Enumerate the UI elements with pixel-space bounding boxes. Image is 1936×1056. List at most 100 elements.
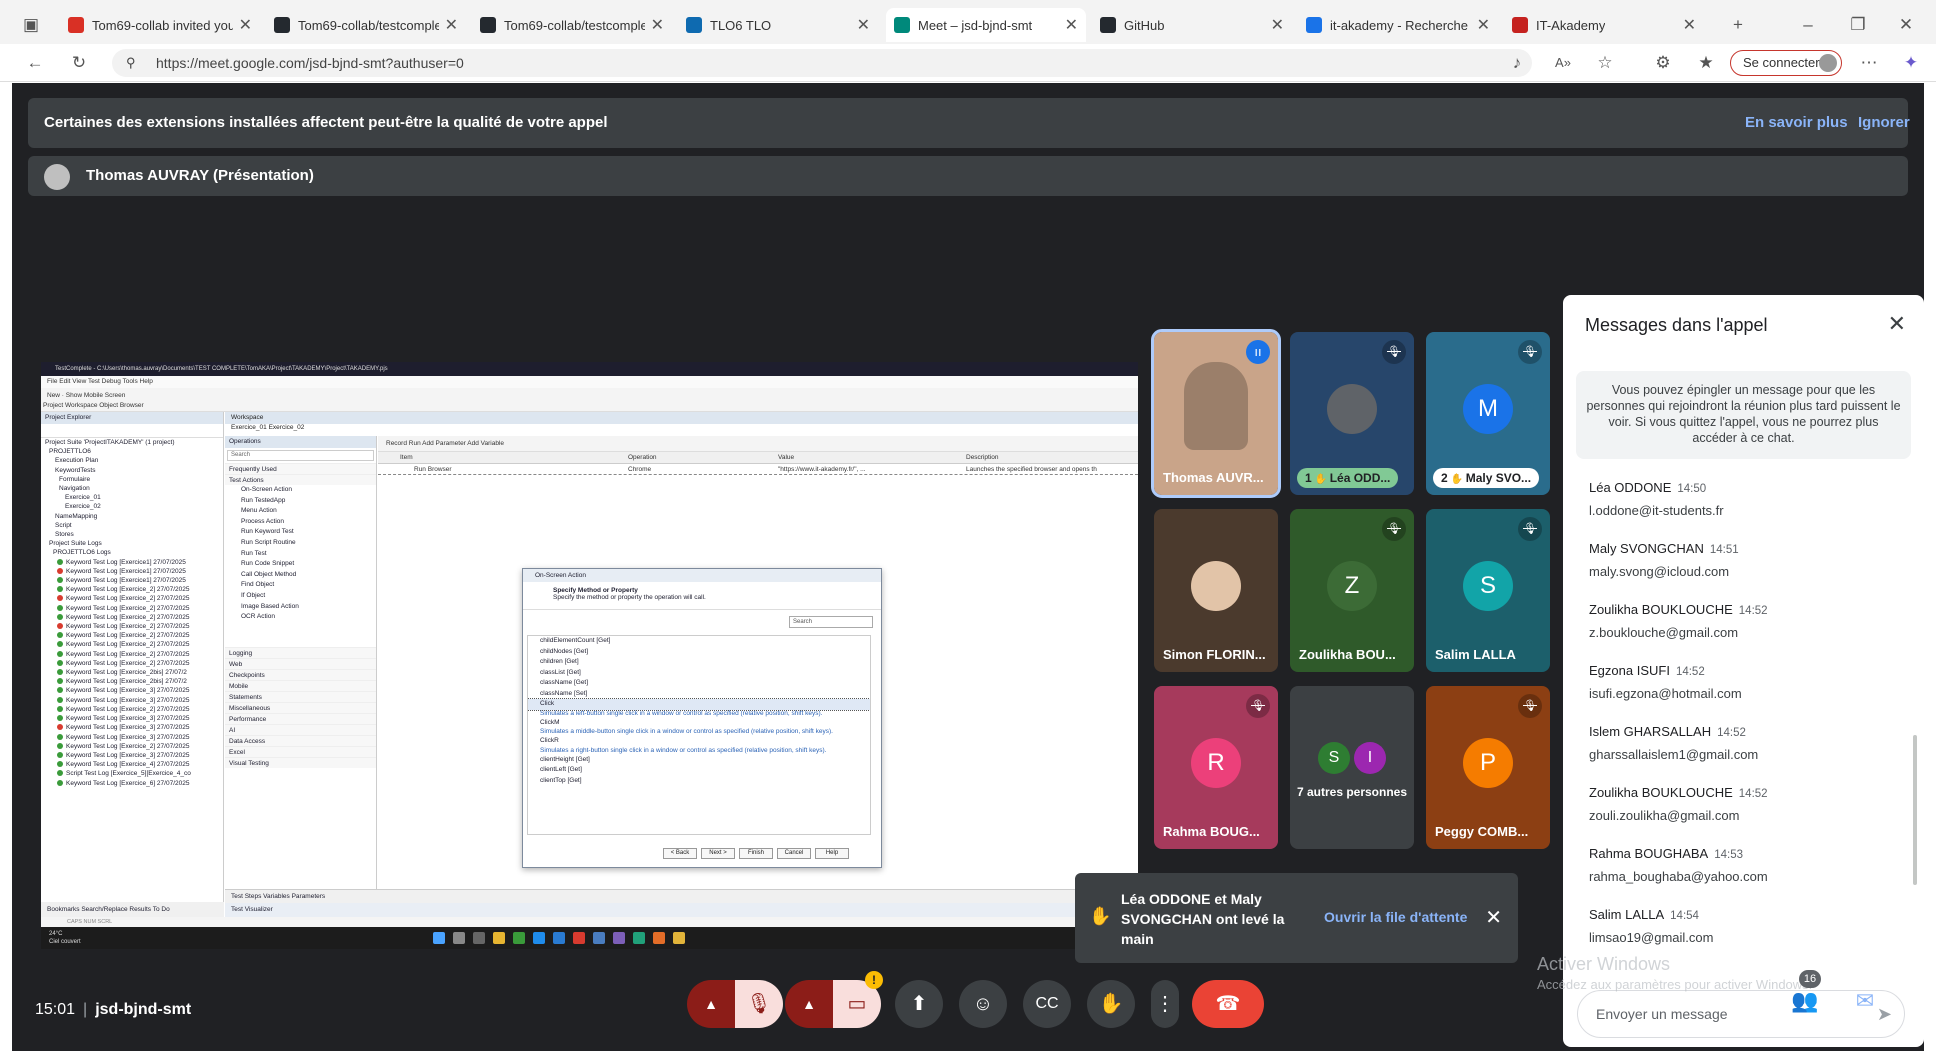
mic-options-icon[interactable]: ▲: [687, 980, 735, 1028]
tree-item[interactable]: Keyword Test Log [Exercice_2] 27/07/2025: [45, 631, 223, 640]
new-tab-icon[interactable]: +: [1725, 12, 1751, 38]
method-item[interactable]: childElementCount [Get]: [528, 636, 870, 647]
tree-item[interactable]: Keyword Test Log [Exercice_2] 27/07/2025: [45, 604, 223, 613]
tree-item[interactable]: Keyword Test Log [Exercice_3] 27/07/2025: [45, 686, 223, 695]
reload-icon[interactable]: ↻: [66, 50, 92, 76]
tree-item[interactable]: KeywordTests: [45, 466, 223, 475]
info-icon[interactable]: ⓘ: [1729, 988, 1759, 1020]
restore-icon[interactable]: ❐: [1845, 12, 1871, 38]
tab-close-icon[interactable]: ✕: [851, 15, 870, 35]
more-options-button[interactable]: ⋮: [1151, 980, 1179, 1028]
browser-tab[interactable]: TLO6 TLO ✕: [678, 8, 878, 42]
favorite-star-icon[interactable]: ☆: [1592, 50, 1618, 76]
tree-item[interactable]: Keyword Test Log [Exercice1] 27/07/2025: [45, 567, 223, 576]
operations-category[interactable]: Performance: [225, 712, 376, 724]
tree-item[interactable]: Keyword Test Log [Exercice_2bis] 27/07/2: [45, 677, 223, 686]
site-info-icon[interactable]: ⚲: [126, 49, 136, 77]
notification-close-icon[interactable]: ✕: [1485, 905, 1502, 930]
browser-tab[interactable]: IT-Akademy ✕: [1504, 8, 1704, 42]
browser-tab[interactable]: Tom69-collab/testcomplete ✕: [472, 8, 672, 42]
participant-tile[interactable]: ıı Thomas AUVR...: [1151, 329, 1281, 498]
participant-tile[interactable]: SI 7 autres personnes: [1290, 686, 1414, 849]
tree-item[interactable]: Keyword Test Log [Exercice1] 27/07/2025: [45, 558, 223, 567]
participant-tile[interactable]: 🎙 1 ✋ Léa ODD...: [1290, 332, 1414, 495]
participant-tile[interactable]: Z 🎙 Zoulikha BOU...: [1290, 509, 1414, 672]
tab-close-icon[interactable]: ✕: [1471, 15, 1490, 35]
open-queue-link[interactable]: Ouvrir la file d'attente: [1324, 909, 1467, 925]
method-item[interactable]: clientHeight [Get]: [528, 755, 870, 766]
tree-item[interactable]: Keyword Test Log [Exercice_4] 27/07/2025: [45, 760, 223, 769]
tree-item[interactable]: Script Test Log [Exercice_5][Exercice_4_…: [45, 769, 223, 778]
method-item[interactable]: clientTop [Get]: [528, 776, 870, 787]
dialog-button[interactable]: Next >: [701, 848, 735, 859]
tree-item[interactable]: Keyword Test Log [Exercice_3] 27/07/2025: [45, 723, 223, 732]
dialog-button[interactable]: Finish: [739, 848, 773, 859]
tree-item[interactable]: Keyword Test Log [Exercice_2] 27/07/2025: [45, 585, 223, 594]
tree-item[interactable]: Project Suite Logs: [45, 539, 223, 548]
operations-category[interactable]: AI: [225, 723, 376, 735]
operations-category[interactable]: Statements: [225, 690, 376, 702]
operation-item[interactable]: OCR Action: [225, 612, 376, 623]
chat-icon[interactable]: ✉: [1850, 988, 1880, 1014]
tree-item[interactable]: NameMapping: [45, 512, 223, 521]
operations-category[interactable]: Visual Testing: [225, 756, 376, 768]
tree-item[interactable]: Exercice_02: [45, 502, 223, 511]
url-field[interactable]: ⚲ https://meet.google.com/jsd-bjnd-smt?a…: [112, 49, 1532, 77]
learn-more-link[interactable]: En savoir plus: [1745, 98, 1848, 148]
operation-item[interactable]: Run TestedApp: [225, 496, 376, 507]
browser-tab[interactable]: GitHub ✕: [1092, 8, 1292, 42]
participant-tile[interactable]: Simon FLORIN...: [1154, 509, 1278, 672]
operation-item[interactable]: Process Action: [225, 517, 376, 528]
tree-item[interactable]: Keyword Test Log [Exercice_2] 27/07/2025: [45, 640, 223, 649]
operation-item[interactable]: If Object: [225, 591, 376, 602]
tree-item[interactable]: Keyword Test Log [Exercice1] 27/07/2025: [45, 576, 223, 585]
tree-item[interactable]: Navigation: [45, 484, 223, 493]
dialog-button[interactable]: < Back: [663, 848, 697, 859]
operation-item[interactable]: Run Test: [225, 549, 376, 560]
camera-options-icon[interactable]: ▲: [785, 980, 833, 1028]
tree-item[interactable]: Keyword Test Log [Exercice_3] 27/07/2025: [45, 751, 223, 760]
tab-actions-icon[interactable]: ▣: [18, 12, 44, 38]
tree-item[interactable]: Stores: [45, 530, 223, 539]
favorites-icon[interactable]: ★: [1693, 50, 1719, 76]
window-close-icon[interactable]: ✕: [1893, 12, 1919, 38]
read-aloud-icon[interactable]: A»: [1550, 50, 1576, 76]
participant-tile[interactable]: M 🎙 2 ✋ Maly SVO...: [1426, 332, 1550, 495]
tree-item[interactable]: Keyword Test Log [Exercice_3] 27/07/2025: [45, 696, 223, 705]
tree-item[interactable]: Keyword Test Log [Exercice_2] 27/07/2025: [45, 650, 223, 659]
tree-item[interactable]: Keyword Test Log [Exercice_2] 27/07/2025: [45, 705, 223, 714]
operations-category[interactable]: Checkpoints: [225, 668, 376, 680]
participant-tile[interactable]: R 🎙 Rahma BOUG...: [1154, 686, 1278, 849]
sign-in-button[interactable]: Se connecter: [1730, 50, 1842, 76]
tab-close-icon[interactable]: ✕: [1677, 15, 1696, 35]
captions-button[interactable]: CC: [1023, 980, 1071, 1028]
method-item[interactable]: clientLeft [Get]: [528, 765, 870, 776]
method-item[interactable]: className [Get]: [528, 678, 870, 689]
step-row[interactable]: Run Browser Chrome "https://www.it-akade…: [378, 464, 1138, 475]
operation-item[interactable]: On-Screen Action: [225, 485, 376, 496]
tab-close-icon[interactable]: ✕: [233, 15, 252, 35]
extensions-icon[interactable]: ⚙: [1650, 50, 1676, 76]
present-screen-button[interactable]: ⬆: [895, 980, 943, 1028]
method-item[interactable]: children [Get]: [528, 657, 870, 668]
operation-item[interactable]: Image Based Action: [225, 602, 376, 613]
tree-item[interactable]: Script: [45, 521, 223, 530]
chat-close-icon[interactable]: ✕: [1888, 311, 1906, 337]
dialog-button[interactable]: Help: [815, 848, 849, 859]
method-item[interactable]: ClickM: [528, 718, 870, 729]
tree-item[interactable]: Keyword Test Log [Exercice_2] 27/07/2025: [45, 594, 223, 603]
method-item[interactable]: ClickR: [528, 736, 870, 747]
tab-close-icon[interactable]: ✕: [1059, 15, 1078, 35]
operations-category[interactable]: Miscellaneous: [225, 701, 376, 713]
tab-close-icon[interactable]: ✕: [645, 15, 664, 35]
operations-category[interactable]: Test Actions: [225, 474, 376, 485]
operation-item[interactable]: Menu Action: [225, 506, 376, 517]
participant-tile[interactable]: S 🎙 Salim LALLA: [1426, 509, 1550, 672]
method-item[interactable]: childNodes [Get]: [528, 647, 870, 658]
tree-item[interactable]: Formulaire: [45, 475, 223, 484]
tree-item[interactable]: Project Suite 'ProjectITAKADEMY' (1 proj…: [45, 438, 223, 447]
tree-item[interactable]: Keyword Test Log [Exercice_2] 27/07/2025: [45, 659, 223, 668]
tree-item[interactable]: PROJETTLO6: [45, 447, 223, 456]
minimize-icon[interactable]: –: [1795, 12, 1821, 38]
dialog-button[interactable]: Cancel: [777, 848, 811, 859]
